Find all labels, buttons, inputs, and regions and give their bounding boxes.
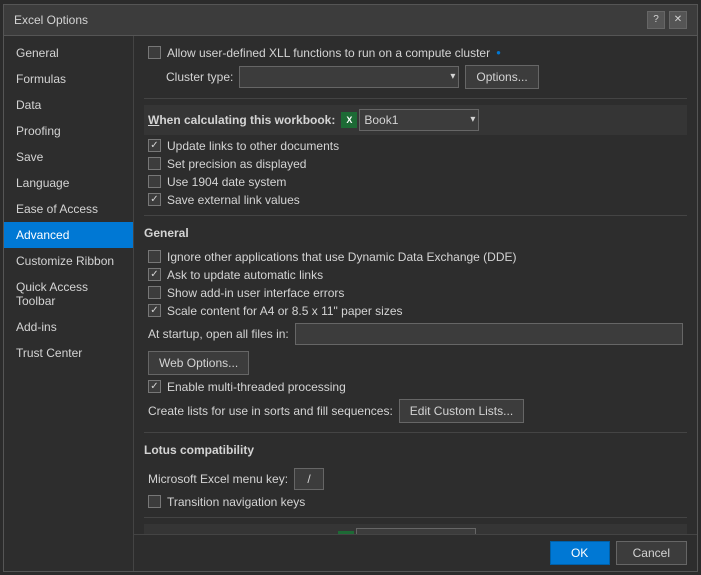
excel-options-dialog: Excel Options ? ✕ General Formulas Data … xyxy=(3,4,698,572)
cluster-type-select-wrapper xyxy=(239,66,459,88)
scale-content-row: Scale content for A4 or 8.5 x 11" paper … xyxy=(144,302,687,320)
options-button[interactable]: Options... xyxy=(465,65,538,89)
ask-update-label: Ask to update automatic links xyxy=(167,268,323,282)
ask-update-checkbox[interactable] xyxy=(148,268,161,281)
content-area: Allow user-defined XLL functions to run … xyxy=(134,36,697,571)
ask-update-row: Ask to update automatic links xyxy=(144,266,687,284)
enable-multithreaded-checkbox[interactable] xyxy=(148,380,161,393)
cluster-type-select[interactable] xyxy=(239,66,459,88)
sidebar-item-data[interactable]: Data xyxy=(4,92,133,118)
calc-workbook-row: When calculating this workbook: X Book1 xyxy=(144,105,687,135)
lotus-settings-row: Lotus compatibility Settings for: S Shee… xyxy=(144,524,687,534)
update-links-checkbox[interactable] xyxy=(148,139,161,152)
sidebar-item-save[interactable]: Save xyxy=(4,144,133,170)
sidebar-item-customize-ribbon[interactable]: Customize Ribbon xyxy=(4,248,133,274)
enable-multithreaded-label: Enable multi-threaded processing xyxy=(167,380,346,394)
set-precision-checkbox[interactable] xyxy=(148,157,161,170)
web-options-row: Web Options... xyxy=(144,348,687,378)
cancel-button[interactable]: Cancel xyxy=(616,541,687,565)
use-1904-row: Use 1904 date system xyxy=(144,173,687,191)
workbook-select-wrapper: X Book1 xyxy=(341,109,479,131)
title-controls: ? ✕ xyxy=(647,11,687,29)
cluster-allow-row: Allow user-defined XLL functions to run … xyxy=(144,44,687,62)
startup-input[interactable] xyxy=(295,323,683,345)
scale-content-label: Scale content for A4 or 8.5 x 11" paper … xyxy=(167,304,403,318)
cluster-type-row: Cluster type: Options... xyxy=(144,62,687,92)
cluster-type-label: Cluster type: xyxy=(166,70,233,84)
startup-row: At startup, open all files in: xyxy=(144,320,687,348)
create-lists-label: Create lists for use in sorts and fill s… xyxy=(148,404,393,418)
update-links-row: Update links to other documents xyxy=(144,137,687,155)
save-external-row: Save external link values xyxy=(144,191,687,209)
transition-nav-label: Transition navigation keys xyxy=(167,495,305,509)
set-precision-row: Set precision as displayed xyxy=(144,155,687,173)
use-1904-label: Use 1904 date system xyxy=(167,175,286,189)
workbook-dropdown[interactable]: Book1 xyxy=(359,109,479,131)
set-precision-label: Set precision as displayed xyxy=(167,157,306,171)
transition-nav-checkbox[interactable] xyxy=(148,495,161,508)
menu-key-row: Microsoft Excel menu key: xyxy=(144,465,687,493)
ignore-dde-label: Ignore other applications that use Dynam… xyxy=(167,250,517,264)
separator-4 xyxy=(144,517,687,518)
web-options-button[interactable]: Web Options... xyxy=(148,351,249,375)
show-addin-checkbox[interactable] xyxy=(148,286,161,299)
enable-multithreaded-row: Enable multi-threaded processing xyxy=(144,378,687,396)
separator-3 xyxy=(144,432,687,433)
sidebar-item-advanced[interactable]: Advanced xyxy=(4,222,133,248)
save-external-checkbox[interactable] xyxy=(148,193,161,206)
separator-1 xyxy=(144,98,687,99)
sidebar-item-general[interactable]: General xyxy=(4,40,133,66)
separator-2 xyxy=(144,215,687,216)
close-button[interactable]: ✕ xyxy=(669,11,687,29)
content-scroll: Allow user-defined XLL functions to run … xyxy=(134,36,697,534)
sidebar-item-proofing[interactable]: Proofing xyxy=(4,118,133,144)
cluster-allow-checkbox[interactable] xyxy=(148,46,161,59)
sidebar-item-ease-of-access[interactable]: Ease of Access xyxy=(4,196,133,222)
sidebar-item-add-ins[interactable]: Add-ins xyxy=(4,314,133,340)
create-lists-row: Create lists for use in sorts and fill s… xyxy=(144,396,687,426)
show-addin-row: Show add-in user interface errors xyxy=(144,284,687,302)
footer: OK Cancel xyxy=(134,534,697,571)
when-calc-text: hen calculating this workbook: xyxy=(159,113,335,127)
ignore-dde-row: Ignore other applications that use Dynam… xyxy=(144,248,687,266)
workbook-dropdown-wrapper: Book1 xyxy=(359,109,479,131)
show-addin-label: Show add-in user interface errors xyxy=(167,286,344,300)
cluster-dot-icon: ● xyxy=(496,48,501,57)
dialog-body: General Formulas Data Proofing Save Lang… xyxy=(4,36,697,571)
save-external-label: Save external link values xyxy=(167,193,300,207)
sheet-dropdown-wrapper: Sheet1 xyxy=(356,528,476,534)
use-1904-checkbox[interactable] xyxy=(148,175,161,188)
when-calc-label: When calculating this workbook: xyxy=(148,113,335,127)
dialog-title: Excel Options xyxy=(14,13,88,27)
ok-button[interactable]: OK xyxy=(550,541,610,565)
edit-custom-lists-button[interactable]: Edit Custom Lists... xyxy=(399,399,524,423)
menu-key-input[interactable] xyxy=(294,468,324,490)
sidebar-item-quick-access-toolbar[interactable]: Quick Access Toolbar xyxy=(4,274,133,314)
help-button[interactable]: ? xyxy=(647,11,665,29)
transition-nav-row: Transition navigation keys xyxy=(144,493,687,511)
ignore-dde-checkbox[interactable] xyxy=(148,250,161,263)
sidebar-item-formulas[interactable]: Formulas xyxy=(4,66,133,92)
scale-content-checkbox[interactable] xyxy=(148,304,161,317)
sidebar: General Formulas Data Proofing Save Lang… xyxy=(4,36,134,571)
update-links-label: Update links to other documents xyxy=(167,139,339,153)
cluster-allow-label: Allow user-defined XLL functions to run … xyxy=(167,46,490,60)
sheet-select-wrapper: S Sheet1 xyxy=(338,528,476,534)
sheet-dropdown[interactable]: Sheet1 xyxy=(356,528,476,534)
general-section-header: General xyxy=(144,222,687,244)
menu-key-label: Microsoft Excel menu key: xyxy=(148,472,288,486)
lotus-section-header: Lotus compatibility xyxy=(144,439,687,461)
sidebar-item-language[interactable]: Language xyxy=(4,170,133,196)
excel-icon: X xyxy=(341,112,357,128)
title-bar: Excel Options ? ✕ xyxy=(4,5,697,36)
sidebar-item-trust-center[interactable]: Trust Center xyxy=(4,340,133,366)
startup-label: At startup, open all files in: xyxy=(148,327,289,341)
